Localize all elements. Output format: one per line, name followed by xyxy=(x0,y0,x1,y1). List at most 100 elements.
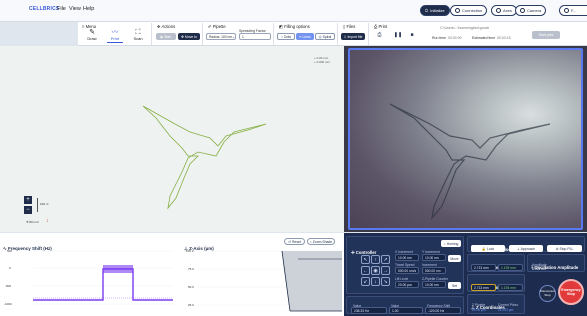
frequency-shift-input[interactable]: -120.00 Hz xyxy=(425,307,461,314)
estimated-time-label: Estimated time xyxy=(472,36,496,40)
disconnect-stop-button[interactable]: Disconnect Stop xyxy=(539,285,556,302)
stop-button[interactable]: ■Stop xyxy=(406,32,418,52)
spiral-icon: ◎ xyxy=(318,34,322,39)
reset-icon: ↺ xyxy=(288,239,291,244)
move-up-right-button[interactable]: ↗ xyxy=(381,255,390,264)
fill-lines-option[interactable]: ≡ Lines xyxy=(296,33,314,40)
z-pipette-value: 20.00 µm xyxy=(472,308,486,312)
arrow-up-left-icon: ↖ xyxy=(363,256,368,263)
files-group: ▯ Files ⇩ Import file xyxy=(339,23,369,45)
frequency-block: ∿ Frequency Value 238.33 Hz Value 1.00 F… xyxy=(346,296,464,314)
start-button[interactable]: ▶ Start xyxy=(156,33,176,40)
y-tick-label: 100.0 xyxy=(186,249,194,253)
run-time-label: Run time xyxy=(432,36,447,40)
target-coordinates-block: ◎ Target Coordinates 2.713 mm 1.193 mm xyxy=(467,274,525,292)
target-y-input[interactable]: 1.193 mm xyxy=(498,284,523,291)
y-tick-label: 50.0 xyxy=(188,285,194,289)
zoom-out-button[interactable]: − xyxy=(24,206,32,214)
value-input[interactable]: 1.00 xyxy=(389,307,423,314)
camera-feed[interactable] xyxy=(348,48,583,230)
toolbar-ribbon: ≡ Menu ✎ Draw 〰 Print ⛶ Scan ✥ Actions ▶ Sta… xyxy=(78,22,587,52)
play-icon: ▶ xyxy=(160,34,164,39)
group-title: ✐ Pipette xyxy=(208,24,226,29)
start-print-button[interactable]: Start print xyxy=(532,31,560,39)
arrow-up-right-icon: ↗ xyxy=(383,256,388,263)
homing-button[interactable]: ⌂ Homing xyxy=(441,240,461,247)
current-x-value: 2.713 mm xyxy=(471,264,496,271)
axis-indicator-icon: ↕ xyxy=(46,218,49,224)
target-x-input[interactable]: 2.713 mm xyxy=(471,284,496,291)
lift-level-input[interactable]: 20.00 µm xyxy=(395,281,419,288)
center-button[interactable]: ◉ xyxy=(371,266,380,275)
import-icon: ⇩ xyxy=(343,34,347,39)
print-file-path: C:\Users\...\hummingbird.gcode xyxy=(440,26,490,30)
minus-icon: − xyxy=(26,207,30,213)
axes-status[interactable]: Axes xyxy=(491,5,517,16)
z-axis-plot: 100.0 75.0 50.0 25.0 xyxy=(184,247,342,315)
spreading-factor-input[interactable]: 1 xyxy=(239,33,271,40)
y-tick-label: 25.0 xyxy=(188,303,194,307)
drawing-canvas[interactable]: + 0.00 mm + 0.000 mm + − 100 m ✣ 80 nm² … xyxy=(0,46,344,232)
stop-pll-button[interactable]: ⊘ Stop PLL xyxy=(547,245,582,252)
scan-button[interactable]: ⛶ Scan xyxy=(130,29,146,43)
zoom-shade-button[interactable]: ⌕ Zoom Shade xyxy=(307,238,335,245)
reset-button[interactable]: ↺ Reset xyxy=(284,238,305,245)
initialize-button[interactable]: ⏻ Initialize xyxy=(420,5,450,16)
more-status[interactable]: F... xyxy=(559,5,587,16)
zoom-in-button[interactable]: + xyxy=(24,196,32,204)
move-to-button[interactable]: ✥ Move to xyxy=(178,33,200,40)
move-left-button[interactable]: ← xyxy=(361,266,370,275)
pause-button[interactable]: ❚❚Pause xyxy=(392,32,404,52)
power-icon: ⏻ xyxy=(425,8,429,13)
menu-bar: CELLBRICS File View Help ⏻ Initialize Con… xyxy=(0,0,587,22)
app-logo: CELLBRICS xyxy=(29,6,60,12)
group-title: ◩ Filling options xyxy=(279,24,310,29)
print-tab-button[interactable]: 〰 Print xyxy=(107,29,123,43)
arrow-down-right-icon: ↘ xyxy=(383,278,388,285)
y-tick-label: 75.0 xyxy=(188,267,194,271)
run-time-value: 00:00:00 xyxy=(448,36,462,40)
fill-spiral-option[interactable]: ◎ Spiral xyxy=(315,33,335,40)
menu-group: ≡ Menu ✎ Draw 〰 Print ⛶ Scan xyxy=(78,23,152,45)
pipette-counter-input[interactable]: 10.00 nm xyxy=(422,281,446,288)
move-up-button[interactable]: ↑ xyxy=(371,255,380,264)
phase-locked-loop-block: ⊥ Phase locked loop 🔒Lock ⇣Approach ⊘Sto… xyxy=(467,236,585,252)
import-file-button[interactable]: ⇩ Import file xyxy=(341,33,365,40)
fill-dots-option[interactable]: ○ Dots xyxy=(277,33,295,40)
menu-view[interactable]: View xyxy=(69,6,81,12)
group-title: ✥ Actions xyxy=(157,24,176,29)
y-increment-input[interactable]: 10.00 nm xyxy=(422,254,446,261)
connection-status[interactable]: Connection xyxy=(450,5,488,16)
printer-button[interactable]: ⎙Printer xyxy=(373,32,386,52)
move-button[interactable]: Move xyxy=(448,255,461,262)
printer-icon: ⎙ xyxy=(377,32,382,38)
menu-help[interactable]: Help xyxy=(83,6,94,12)
pipette-radius-select[interactable]: Radius: 100 nm ⌄ xyxy=(206,33,236,40)
x-increment-input[interactable]: 10.00 nm xyxy=(395,254,419,261)
move-right-button[interactable]: → xyxy=(381,266,390,275)
plots-panel: ∿ Frequency Shift (Hz) 500 0 -500 -1000 … xyxy=(0,233,344,316)
scale-bar xyxy=(37,198,38,212)
move-down-left-button[interactable]: ↙ xyxy=(361,277,370,286)
stop-icon: ■ xyxy=(410,32,414,38)
frequency-value-input[interactable]: 238.33 Hz xyxy=(351,307,387,314)
filling-options-group: ◩ Filling options ○ Dots ≡ Lines ◎ Spiral xyxy=(275,23,338,45)
arrow-left-icon: ← xyxy=(363,267,368,274)
approach-button[interactable]: ⇣ Approach xyxy=(509,245,543,252)
move-up-left-button[interactable]: ↖ xyxy=(361,255,370,264)
camera-status[interactable]: Camera xyxy=(515,5,547,16)
move-down-right-button[interactable]: ↘ xyxy=(381,277,390,286)
pipette-group: ✐ Pipette Radius: 100 nm ⌄ Spreading Fac… xyxy=(204,23,274,45)
set-button[interactable]: Set xyxy=(448,282,461,289)
emergency-stop-button[interactable]: Emergency Stop xyxy=(558,279,584,305)
draw-button[interactable]: ✎ Draw xyxy=(84,29,100,43)
z-increment-input[interactable]: 500.00 nm xyxy=(422,267,446,274)
menu-file[interactable]: File xyxy=(57,6,66,12)
controller-panel: ✛ Controller ⌂ Homing ↖ ↑ ↗ ← ◉ → ↙ ↓ ↘ X… xyxy=(344,233,587,316)
group-title: ⎙ Print xyxy=(374,24,388,29)
target-icon: ◉ xyxy=(373,267,378,274)
move-down-button[interactable]: ↓ xyxy=(371,277,380,286)
status-dot-icon xyxy=(564,8,569,13)
travel-speed-input[interactable]: 500.00 um/s xyxy=(395,267,419,274)
lock-button[interactable]: 🔒 Lock xyxy=(471,245,505,252)
